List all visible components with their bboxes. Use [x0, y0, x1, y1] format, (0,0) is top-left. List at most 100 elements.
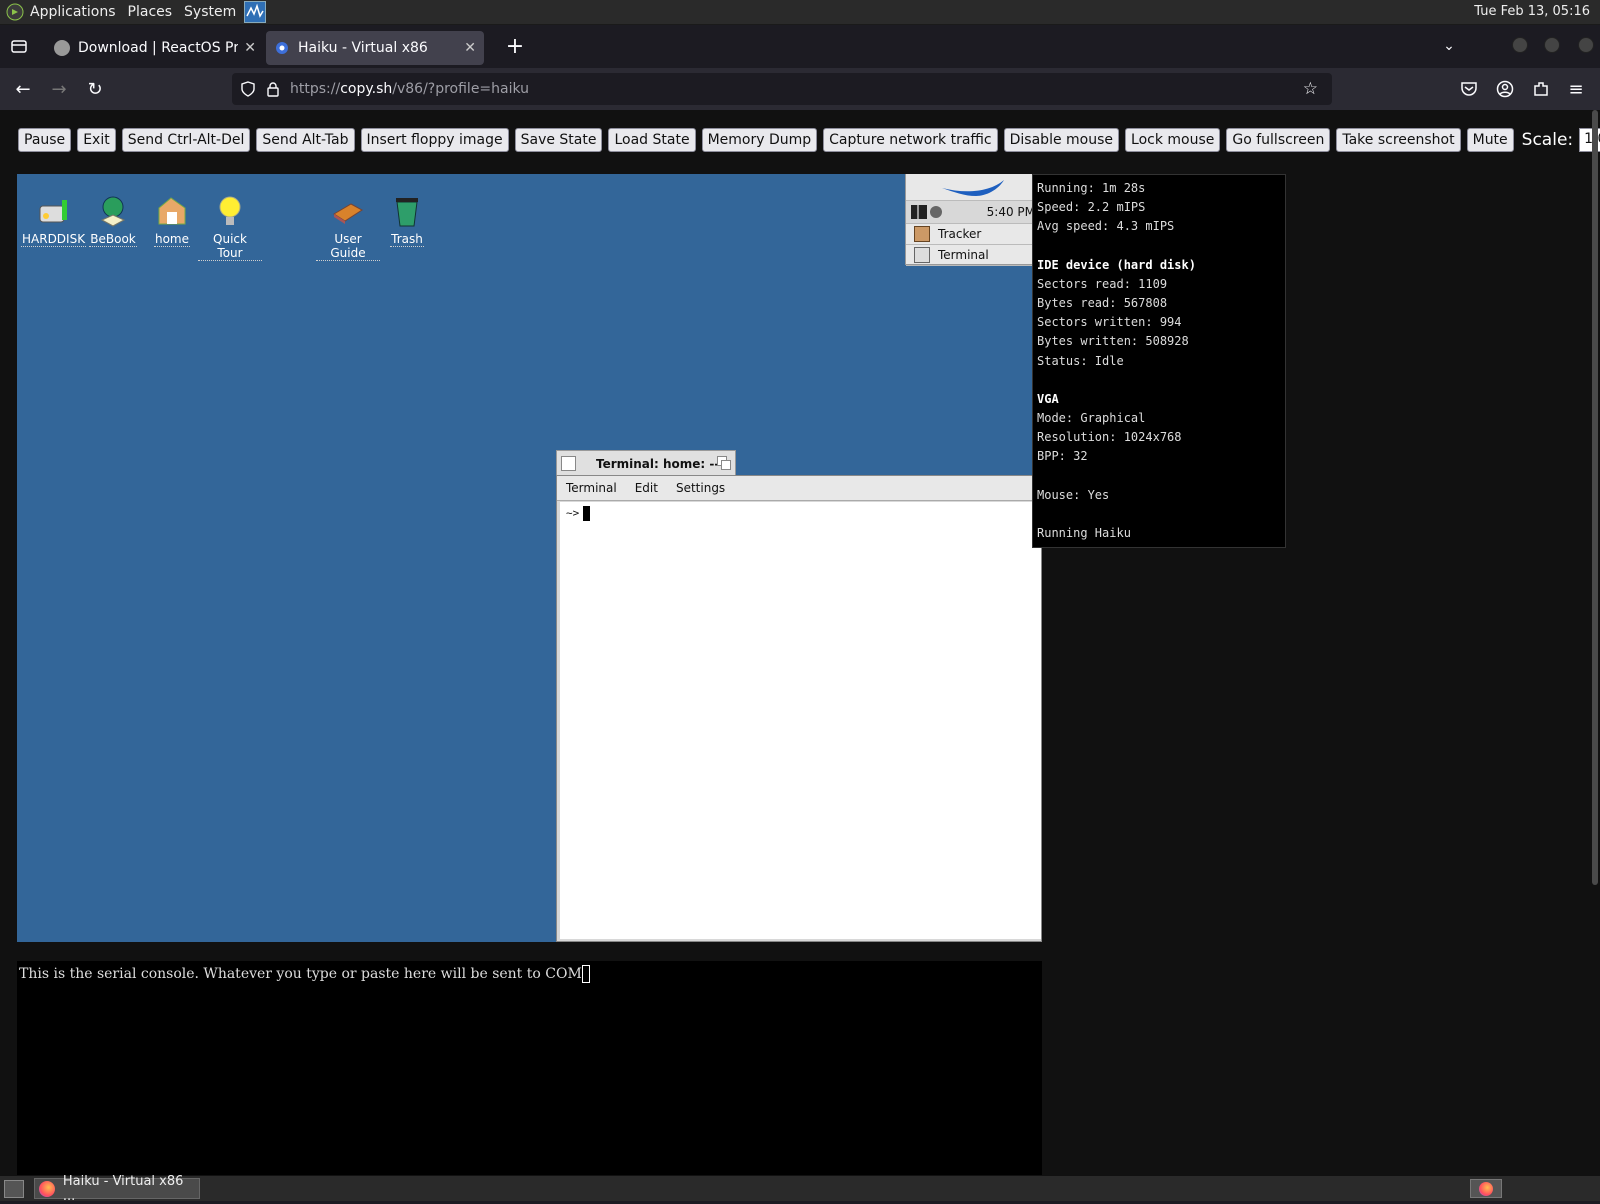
cpu-monitor-icon[interactable]: [911, 205, 927, 219]
terminal-window[interactable]: Terminal Edit Settings ~>: [556, 475, 1042, 942]
tab-title: Download | ReactOS Project: [78, 40, 239, 56]
minimize-window-icon[interactable]: [1512, 37, 1528, 53]
desktop-icon-home[interactable]: home: [140, 194, 204, 247]
firefox-tray-icon[interactable]: [1470, 1179, 1502, 1198]
chevron-down-icon[interactable]: ⌄: [1436, 33, 1462, 59]
info-vga-header: VGA: [1037, 391, 1059, 406]
close-tab-icon[interactable]: ✕: [244, 40, 256, 56]
reactos-favicon-icon: [54, 40, 70, 56]
desktop-icon-bebook[interactable]: BeBook: [81, 194, 145, 247]
bookmark-star-icon[interactable]: ☆: [1303, 79, 1318, 99]
terminal-prompt: ~>: [566, 506, 580, 520]
close-box-icon[interactable]: [561, 456, 576, 471]
firefox-icon: [39, 1180, 55, 1197]
terminal-app-icon: [914, 247, 930, 263]
info-ide-header: IDE device (hard disk): [1037, 257, 1196, 272]
forward-arrow-icon[interactable]: →: [46, 76, 72, 102]
new-tab-icon[interactable]: +: [502, 33, 528, 59]
shield-icon[interactable]: [240, 81, 256, 97]
load-state-button[interactable]: Load State: [608, 128, 696, 152]
haiku-leaf-logo[interactable]: [906, 174, 1042, 201]
page-content: Pause Exit Send Ctrl-Alt-Del Send Alt-Ta…: [0, 110, 1600, 1175]
desktop-icon-user-guide[interactable]: User Guide: [316, 194, 380, 261]
hamburger-menu-icon[interactable]: ≡: [1563, 76, 1589, 102]
panel-clock[interactable]: Tue Feb 13, 05:16: [1474, 4, 1590, 19]
deskbar-app-terminal[interactable]: Terminal: [906, 245, 1042, 266]
url-bar[interactable]: https://copy.sh/v86/?profile=haiku ☆: [232, 73, 1332, 105]
info-running-os: Running Haiku: [1037, 525, 1131, 540]
terminal-body[interactable]: ~>: [560, 502, 1041, 939]
v86-toolbar: Pause Exit Send Ctrl-Alt-Del Send Alt-Ta…: [18, 128, 1600, 152]
browser-nav-bar: ← → ↻ https://copy.sh/v86/?profile=haiku…: [0, 68, 1600, 110]
terminal-menubar: Terminal Edit Settings: [557, 476, 1041, 501]
home-folder-icon: [155, 194, 189, 228]
terminal-menu-settings[interactable]: Settings: [667, 481, 734, 495]
save-state-button[interactable]: Save State: [514, 128, 603, 152]
info-bpp: BPP: 32: [1037, 449, 1088, 464]
terminal-menu-terminal[interactable]: Terminal: [557, 481, 626, 495]
pause-button[interactable]: Pause: [18, 128, 72, 152]
terminal-cursor: [583, 506, 591, 521]
memory-dump-button[interactable]: Memory Dump: [701, 128, 818, 152]
exit-button[interactable]: Exit: [77, 128, 116, 152]
terminal-title-tab[interactable]: Terminal: home: --: [556, 450, 736, 476]
info-sectors-read: Sectors read: 1109: [1037, 276, 1168, 291]
show-desktop-icon[interactable]: [4, 1180, 24, 1198]
tab-title: Haiku - Virtual x86: [298, 40, 428, 56]
screenshot-button[interactable]: Take screenshot: [1336, 128, 1461, 152]
account-icon[interactable]: [1492, 76, 1518, 102]
tab-haiku[interactable]: Haiku - Virtual x86 ✕: [266, 31, 484, 65]
haiku-deskbar[interactable]: 5:40 PM Tracker Terminal: [905, 174, 1042, 266]
url-prefix: https://: [290, 81, 341, 97]
tab-overview-icon[interactable]: [6, 33, 32, 59]
capture-network-button[interactable]: Capture network traffic: [823, 128, 998, 152]
lightbulb-icon: [213, 194, 247, 228]
close-window-icon[interactable]: [1578, 37, 1594, 53]
emulator-info-panel: Running: 1m 28s Speed: 2.2 mIPS Avg spee…: [1032, 174, 1286, 548]
pocket-icon[interactable]: [1456, 76, 1482, 102]
disable-mouse-button[interactable]: Disable mouse: [1003, 128, 1120, 152]
tracker-icon: [914, 226, 930, 242]
mute-button[interactable]: Mute: [1466, 128, 1514, 152]
gnome-foot-icon[interactable]: [6, 3, 24, 21]
extensions-icon[interactable]: [1528, 76, 1554, 102]
close-tab-icon[interactable]: ✕: [464, 40, 476, 56]
info-sectors-written: Sectors written: 994: [1037, 315, 1182, 330]
menu-places[interactable]: Places: [122, 4, 179, 20]
deskbar-tray: 5:40 PM: [906, 201, 1042, 224]
fullscreen-button[interactable]: Go fullscreen: [1226, 128, 1331, 152]
reload-icon[interactable]: ↻: [82, 76, 108, 102]
menu-system[interactable]: System: [178, 4, 242, 20]
v86-favicon-icon: [274, 40, 290, 56]
send-ctrl-alt-del-button[interactable]: Send Ctrl-Alt-Del: [121, 128, 251, 152]
send-alt-tab-button[interactable]: Send Alt-Tab: [256, 128, 355, 152]
desktop-icon-harddisk[interactable]: HARDDISK: [21, 194, 87, 247]
desktop-icon-trash[interactable]: Trash: [375, 194, 439, 247]
insert-floppy-button[interactable]: Insert floppy image: [360, 128, 509, 152]
system-monitor-icon[interactable]: [244, 1, 267, 23]
menu-applications[interactable]: Applications: [24, 4, 122, 20]
zoom-box-icon[interactable]: [717, 456, 731, 470]
serial-console[interactable]: This is the serial console. Whatever you…: [17, 961, 1042, 1175]
page-scrollbar[interactable]: [1592, 110, 1598, 885]
info-running: Running: 1m 28s: [1037, 181, 1146, 195]
harddisk-icon: [36, 194, 70, 228]
book-icon: [331, 194, 365, 228]
url-domain: copy.sh: [340, 81, 393, 97]
back-arrow-icon[interactable]: ←: [10, 76, 36, 102]
lock-mouse-button[interactable]: Lock mouse: [1125, 128, 1221, 152]
info-avg-speed: Avg speed: 4.3 mIPS: [1037, 219, 1175, 234]
lock-icon[interactable]: [266, 81, 280, 97]
deskbar-app-tracker[interactable]: Tracker: [906, 224, 1042, 245]
serial-cursor: [581, 965, 590, 983]
tab-reactos[interactable]: Download | ReactOS Project ✕: [46, 31, 264, 65]
desktop-icon-quick-tour[interactable]: Quick Tour: [198, 194, 262, 261]
trash-icon: [390, 194, 424, 228]
terminal-menu-edit[interactable]: Edit: [626, 481, 667, 495]
maximize-window-icon[interactable]: [1544, 37, 1560, 53]
info-speed: Speed: 2.2 mIPS: [1037, 200, 1146, 215]
emulator-screen[interactable]: HARDDISK BeBook home Quick Tour User Gui…: [17, 174, 1042, 942]
volume-icon[interactable]: [930, 206, 942, 218]
deskbar-clock[interactable]: 5:40 PM: [987, 205, 1035, 219]
taskbar-item-firefox[interactable]: Haiku - Virtual x86 ...: [34, 1174, 200, 1204]
